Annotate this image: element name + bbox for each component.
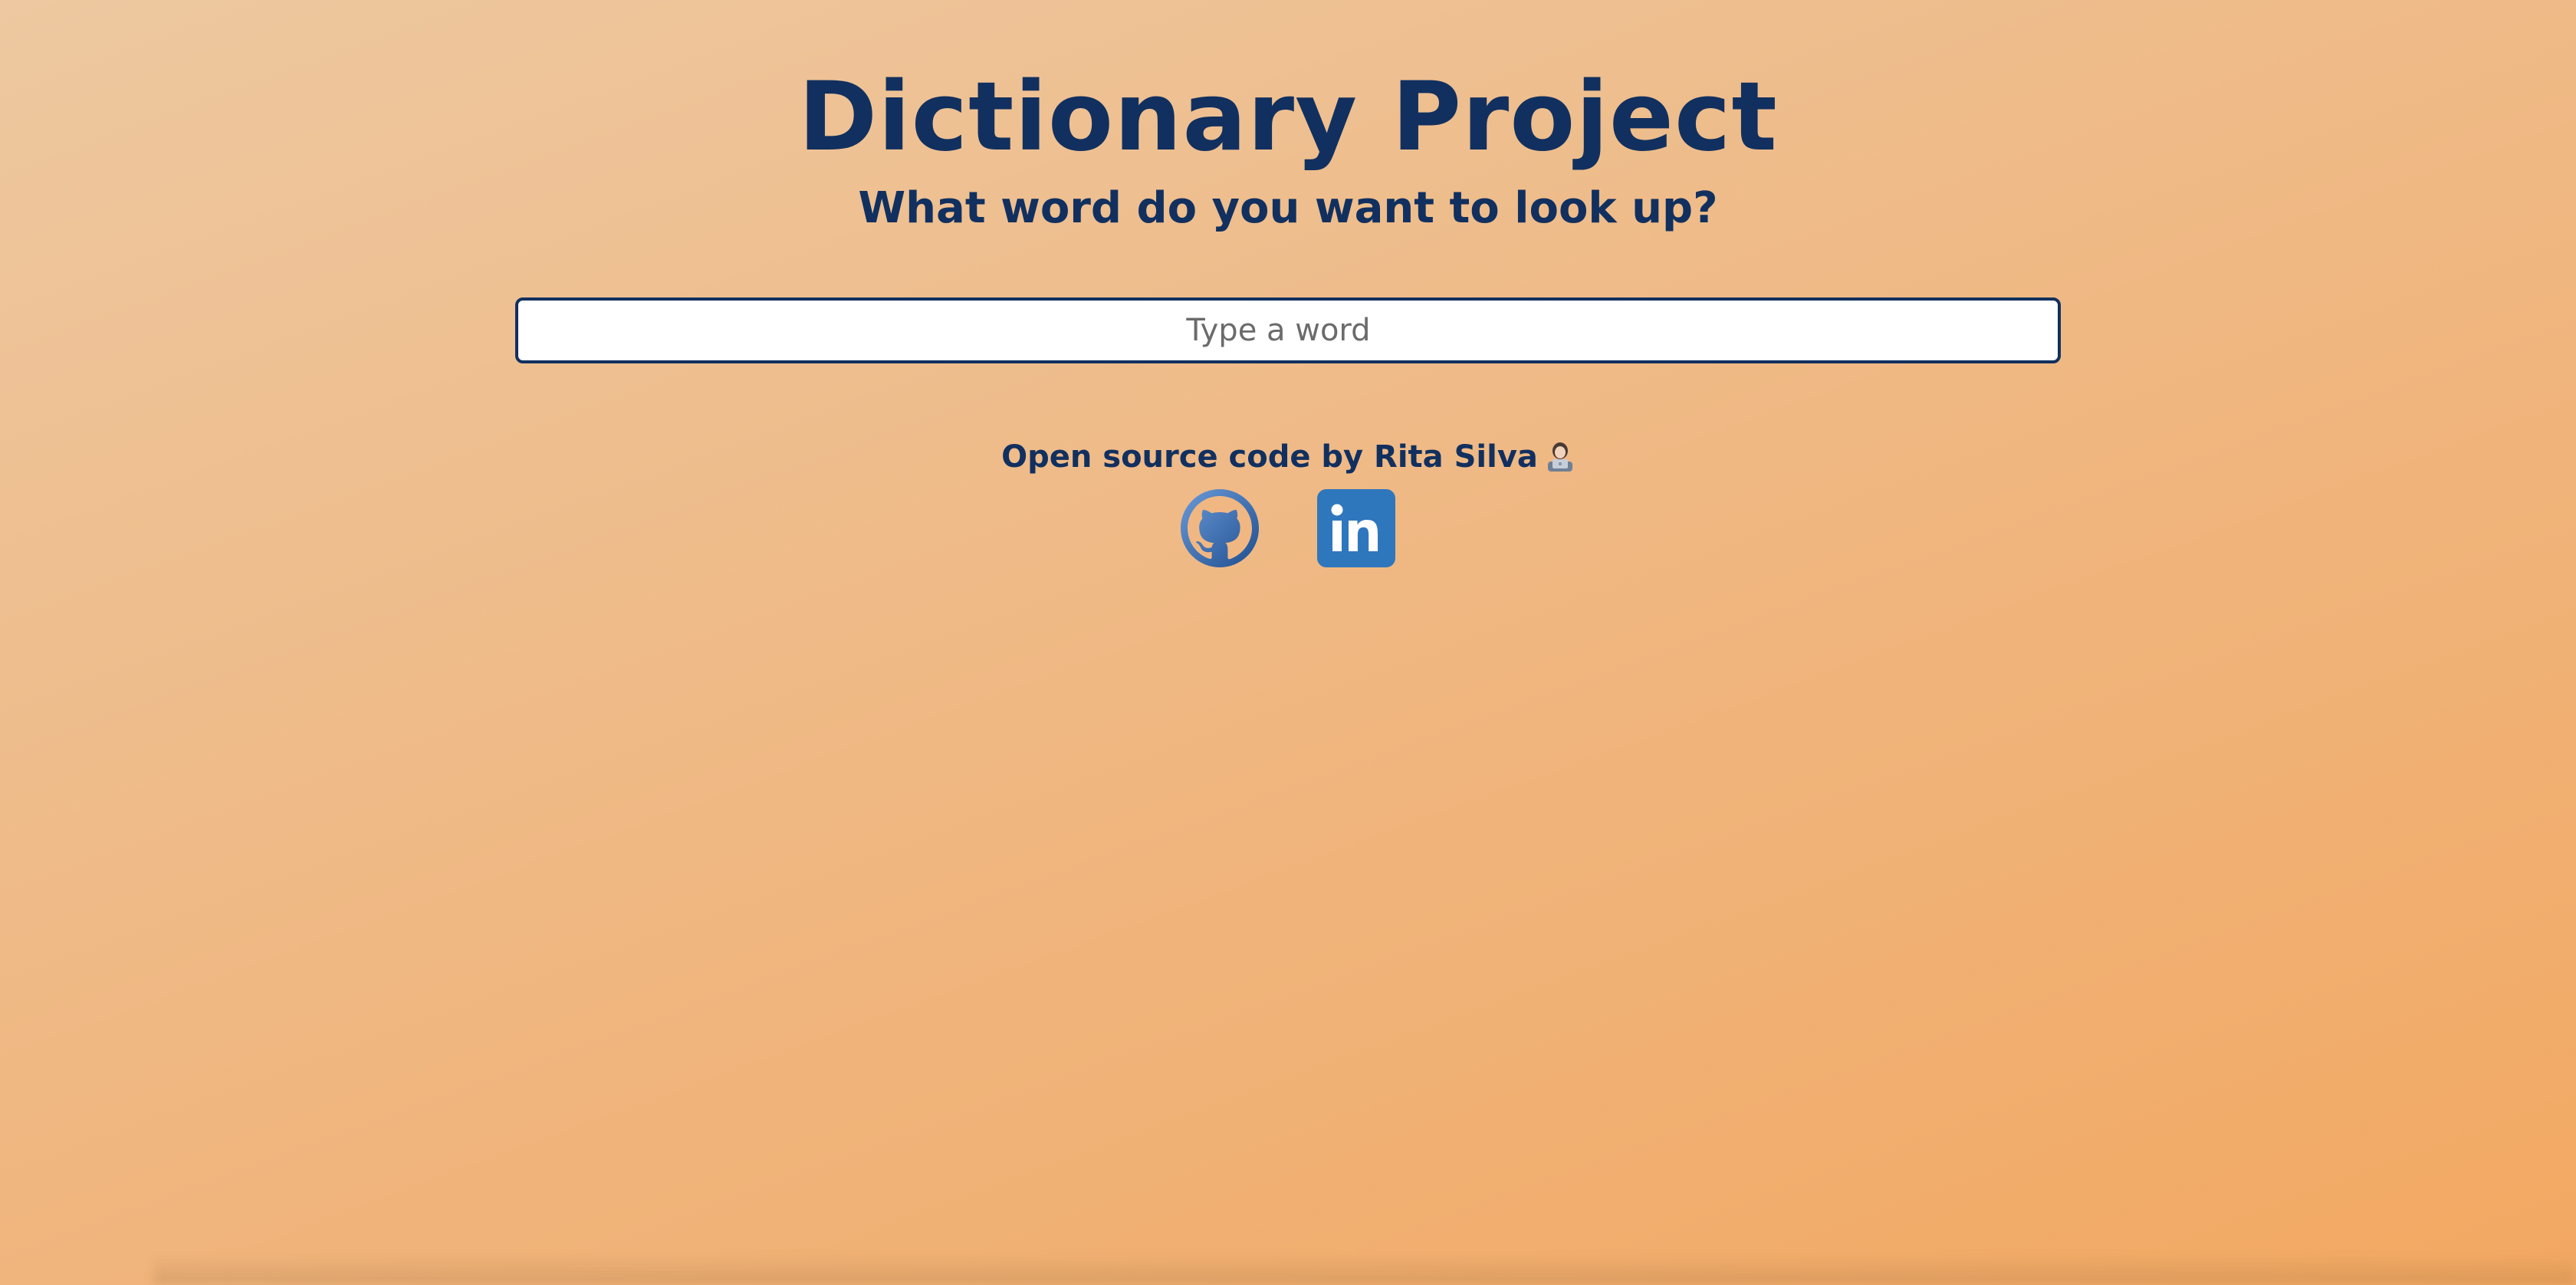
linkedin-link[interactable]: [1317, 489, 1395, 567]
page-subtitle: What word do you want to look up?: [858, 183, 1718, 233]
woman-technologist-icon: [1546, 439, 1575, 472]
credit-line: Open source code by Rita Silva: [0, 434, 2576, 480]
bottom-shadow: [153, 1254, 2576, 1285]
github-icon: [1181, 489, 1259, 567]
linkedin-icon: [1317, 489, 1395, 567]
page: Dictionary Project What word do you want…: [0, 0, 2576, 1285]
page-title: Dictionary Project: [798, 62, 1778, 173]
search-input[interactable]: [515, 297, 2061, 363]
social-links: [1181, 489, 1395, 567]
credit-text: Open source code by Rita Silva: [1001, 439, 1538, 475]
github-link[interactable]: [1181, 489, 1259, 567]
search-form: [515, 297, 2061, 363]
